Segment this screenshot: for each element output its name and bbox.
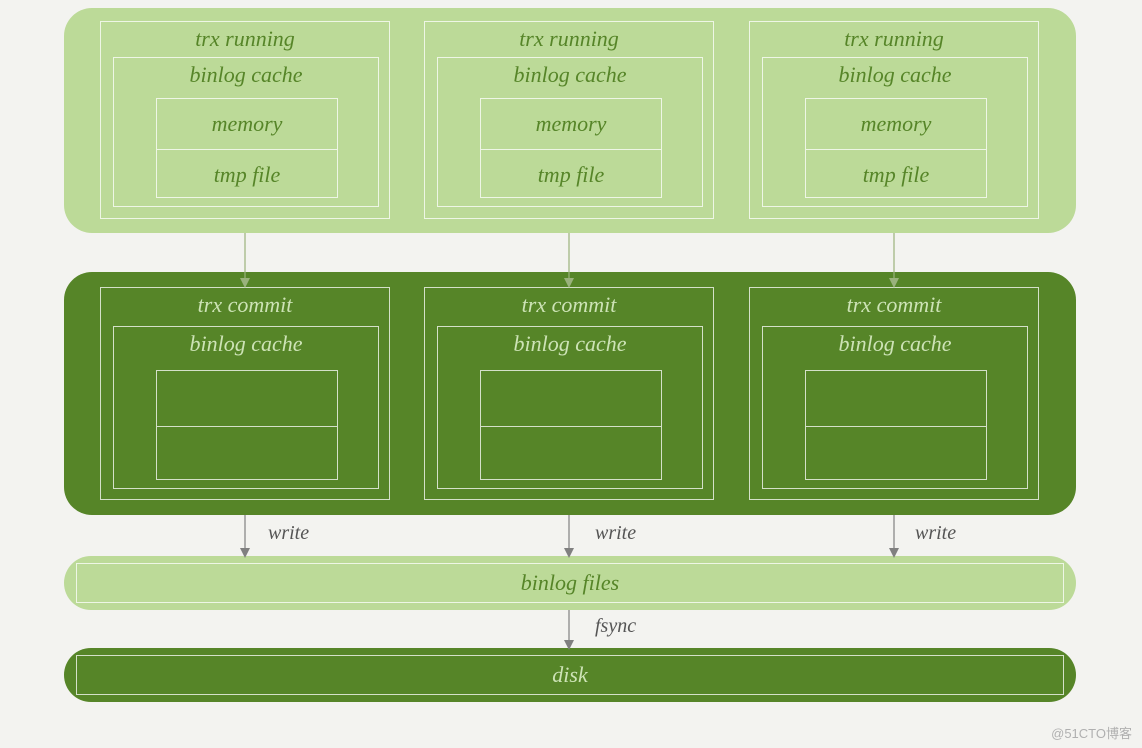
trx-commit-title: trx commit bbox=[425, 292, 713, 318]
memory-cell: memory bbox=[157, 99, 337, 149]
commit-container: trx commit binlog cache trx commit binlo… bbox=[64, 272, 1076, 515]
write-label-3: write bbox=[915, 522, 956, 545]
binlog-cache-title: binlog cache bbox=[114, 62, 378, 88]
empty-stack-2 bbox=[480, 370, 662, 480]
empty-stack-3 bbox=[805, 370, 987, 480]
tmpfile-cell: tmp file bbox=[157, 149, 337, 199]
write-label-2: write bbox=[595, 522, 636, 545]
arrow-commit-to-files-3 bbox=[889, 515, 899, 558]
binlog-cache-title: binlog cache bbox=[114, 331, 378, 357]
memory-cell: memory bbox=[481, 99, 661, 149]
tmpfile-cell: tmp file bbox=[481, 149, 661, 199]
trx-commit-title: trx commit bbox=[750, 292, 1038, 318]
trx-commit-2: trx commit binlog cache bbox=[424, 287, 714, 500]
arrow-commit-to-files-1 bbox=[240, 515, 250, 558]
binlog-cache-2: binlog cache memory tmp file bbox=[437, 57, 703, 207]
trx-running-1: trx running binlog cache memory tmp file bbox=[100, 21, 390, 219]
binlog-cache-commit-2: binlog cache bbox=[437, 326, 703, 489]
trx-commit-1: trx commit binlog cache bbox=[100, 287, 390, 500]
trx-running-title: trx running bbox=[425, 26, 713, 52]
binlog-cache-commit-3: binlog cache bbox=[762, 326, 1028, 489]
disk-container: disk bbox=[64, 648, 1076, 702]
tmpfile-cell: tmp file bbox=[806, 149, 986, 199]
trx-commit-3: trx commit binlog cache bbox=[749, 287, 1039, 500]
fsync-label: fsync bbox=[595, 615, 636, 638]
trx-running-2: trx running binlog cache memory tmp file bbox=[424, 21, 714, 219]
binlog-cache-title: binlog cache bbox=[763, 331, 1027, 357]
disk-box: disk bbox=[76, 655, 1064, 695]
empty-stack-1 bbox=[156, 370, 338, 480]
trx-commit-title: trx commit bbox=[101, 292, 389, 318]
binlog-files-box: binlog files bbox=[76, 563, 1064, 603]
binlog-cache-3: binlog cache memory tmp file bbox=[762, 57, 1028, 207]
binlog-cache-title: binlog cache bbox=[438, 331, 702, 357]
trx-running-title: trx running bbox=[101, 26, 389, 52]
trx-running-3: trx running binlog cache memory tmp file bbox=[749, 21, 1039, 219]
trx-running-title: trx running bbox=[750, 26, 1038, 52]
write-label-1: write bbox=[268, 522, 309, 545]
memory-cell: memory bbox=[806, 99, 986, 149]
files-container: binlog files bbox=[64, 556, 1076, 610]
mem-tmp-stack-3: memory tmp file bbox=[805, 98, 987, 198]
running-container: trx running binlog cache memory tmp file… bbox=[64, 8, 1076, 233]
mem-tmp-stack-2: memory tmp file bbox=[480, 98, 662, 198]
mem-tmp-stack-1: memory tmp file bbox=[156, 98, 338, 198]
arrow-commit-to-files-2 bbox=[564, 515, 574, 558]
arrow-files-to-disk bbox=[564, 610, 574, 650]
watermark: @51CTO博客 bbox=[1051, 723, 1132, 742]
binlog-cache-1: binlog cache memory tmp file bbox=[113, 57, 379, 207]
binlog-cache-title: binlog cache bbox=[438, 62, 702, 88]
binlog-cache-commit-1: binlog cache bbox=[113, 326, 379, 489]
binlog-cache-title: binlog cache bbox=[763, 62, 1027, 88]
